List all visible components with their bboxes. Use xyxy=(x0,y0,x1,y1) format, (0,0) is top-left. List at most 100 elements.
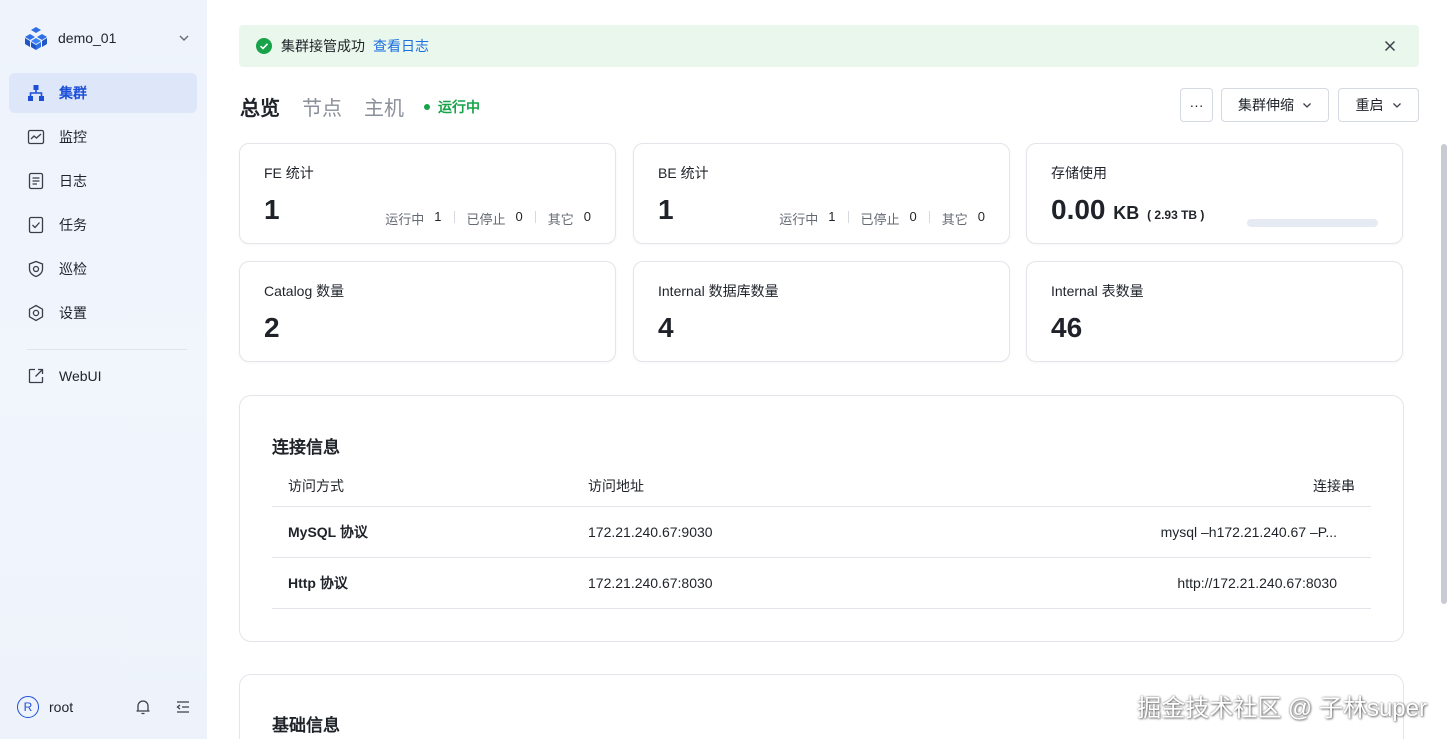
inspect-icon xyxy=(27,260,45,278)
be-status-counts: 运行中 1 已停止 0 其它 0 xyxy=(779,209,985,228)
bell-icon[interactable] xyxy=(134,698,152,716)
internal-table-card: Internal 表数量 46 xyxy=(1026,261,1403,362)
tab-overview[interactable]: 总览 xyxy=(240,92,280,121)
monitor-icon xyxy=(27,128,45,146)
card-title: FE 统计 xyxy=(264,165,314,181)
cluster-name: demo_01 xyxy=(58,30,117,46)
sidebar: demo_01 集群 监控 日志 任务 巡检 设置 WebUI R root xyxy=(0,0,207,739)
table-cell[interactable]: 172.21.240.67:8030 xyxy=(572,556,972,609)
sidebar-item-settings[interactable]: 设置 xyxy=(9,293,197,333)
sidebar-item-monitor[interactable]: 监控 xyxy=(9,117,197,157)
table-header: 访问地址 xyxy=(588,477,644,494)
sidebar-item-label: 巡检 xyxy=(59,261,87,277)
connection-table: 访问方式 访问地址 连接串 MySQL 协议 172.21.240.67:903… xyxy=(272,466,1371,609)
sidebar-item-label: 监控 xyxy=(59,129,87,145)
panel-title: 基础信息 xyxy=(272,716,340,735)
chevron-down-icon xyxy=(1392,103,1401,108)
card-title: Catalog 数量 xyxy=(264,283,345,299)
be-stats-card: BE 统计 1 运行中 1 已停止 0 其它 0 xyxy=(633,143,1010,244)
scrollbar[interactable] xyxy=(1441,144,1447,604)
cluster-logo-icon xyxy=(25,27,47,50)
other-label: 其它 xyxy=(547,212,574,227)
sidebar-item-inspect[interactable]: 巡检 xyxy=(9,249,197,289)
cluster-scale-button[interactable]: 集群伸缩 xyxy=(1221,88,1329,122)
view-log-link[interactable]: 查看日志 xyxy=(373,36,429,56)
sidebar-item-label: 日志 xyxy=(59,173,87,189)
storage-value: 0.00 xyxy=(1051,194,1106,225)
fe-stats-card: FE 统计 1 运行中 1 已停止 0 其它 0 xyxy=(239,143,616,244)
status-text: 运行中 xyxy=(438,98,480,115)
table-row: Http 协议 172.21.240.67:8030 http://172.21… xyxy=(272,556,1371,609)
chevron-down-icon xyxy=(179,35,189,41)
check-circle-icon xyxy=(256,38,272,54)
card-title: Internal 数据库数量 xyxy=(658,283,779,299)
storage-usage: 0.00 KB ( 2.93 TB ) xyxy=(1051,194,1204,226)
other-label: 其它 xyxy=(941,212,968,227)
more-button[interactable]: ··· xyxy=(1180,88,1213,122)
running-count: 1 xyxy=(434,209,442,224)
table-cell[interactable]: http://172.21.240.67:8030 xyxy=(972,556,1371,609)
storage-card: 存储使用 0.00 KB ( 2.93 TB ) xyxy=(1026,143,1403,244)
sidebar-item-label: 集群 xyxy=(59,85,87,101)
card-value: 1 xyxy=(264,194,280,225)
main-content: 集群接管成功 查看日志 总览 节点 主机 运行中 ··· 集群伸缩 重启 FE … xyxy=(207,0,1449,739)
stopped-count: 0 xyxy=(515,209,523,224)
log-icon xyxy=(27,172,45,190)
restart-label: 重启 xyxy=(1355,97,1384,113)
other-count: 0 xyxy=(583,209,591,224)
storage-unit: KB xyxy=(1113,203,1140,223)
stopped-label: 已停止 xyxy=(860,212,900,227)
sidebar-nav: 集群 监控 日志 任务 巡检 设置 xyxy=(9,73,197,337)
status-badge: 运行中 xyxy=(424,97,480,117)
stopped-label: 已停止 xyxy=(466,212,506,227)
running-label: 运行中 xyxy=(779,212,819,227)
table-cell[interactable]: 172.21.240.67:9030 xyxy=(572,505,972,557)
collapse-menu-icon[interactable] xyxy=(174,698,192,716)
card-value: 1 xyxy=(658,194,674,225)
internal-db-card: Internal 数据库数量 4 xyxy=(633,261,1010,362)
chevron-down-icon xyxy=(1303,103,1311,108)
table-header: 连接串 xyxy=(1313,477,1355,494)
avatar[interactable]: R xyxy=(17,696,39,718)
sidebar-divider xyxy=(27,349,187,350)
storage-progress-bar xyxy=(1247,219,1378,227)
divider xyxy=(534,211,536,223)
storage-total: ( 2.93 TB ) xyxy=(1147,208,1205,222)
table-header-row: 访问方式 访问地址 连接串 xyxy=(272,466,1371,506)
table-cell: MySQL 协议 xyxy=(272,505,572,557)
cluster-switcher[interactable]: demo_01 xyxy=(24,26,190,50)
sidebar-item-label: WebUI xyxy=(59,368,102,384)
tab-nodes[interactable]: 节点 xyxy=(302,92,342,121)
sidebar-item-task[interactable]: 任务 xyxy=(9,205,197,245)
cluster-icon xyxy=(27,84,45,102)
close-icon[interactable] xyxy=(1383,39,1397,53)
divider xyxy=(847,211,849,223)
connection-panel: 连接信息 访问方式 访问地址 连接串 MySQL 协议 172.21.240.6… xyxy=(239,395,1404,642)
tab-hosts[interactable]: 主机 xyxy=(364,92,404,121)
fe-status-counts: 运行中 1 已停止 0 其它 0 xyxy=(385,209,591,228)
card-value: 46 xyxy=(1051,312,1083,343)
sidebar-item-cluster[interactable]: 集群 xyxy=(9,73,197,113)
success-alert: 集群接管成功 查看日志 xyxy=(239,25,1419,67)
gear-icon xyxy=(27,304,45,322)
table-row: MySQL 协议 172.21.240.67:9030 mysql –h172.… xyxy=(272,505,1371,557)
running-count: 1 xyxy=(828,209,836,224)
table-cell[interactable]: mysql –h172.21.240.67 –P... xyxy=(972,505,1371,557)
user-name[interactable]: root xyxy=(49,699,112,715)
page-tabs: 总览 节点 主机 运行中 xyxy=(240,92,480,121)
sidebar-item-webui[interactable]: WebUI xyxy=(9,356,197,396)
card-value: 4 xyxy=(658,312,674,343)
card-title: BE 统计 xyxy=(658,165,709,181)
divider xyxy=(453,211,455,223)
card-value: 2 xyxy=(264,312,280,343)
restart-button[interactable]: 重启 xyxy=(1338,88,1419,122)
alert-message: 集群接管成功 xyxy=(281,38,365,54)
table-cell: Http 协议 xyxy=(272,556,572,609)
webui-section: WebUI xyxy=(9,356,197,400)
sidebar-item-log[interactable]: 日志 xyxy=(9,161,197,201)
panel-title: 连接信息 xyxy=(272,438,340,457)
running-label: 运行中 xyxy=(385,212,425,227)
external-link-icon xyxy=(27,367,45,385)
sidebar-item-label: 任务 xyxy=(59,217,87,233)
sidebar-item-label: 设置 xyxy=(59,305,87,321)
